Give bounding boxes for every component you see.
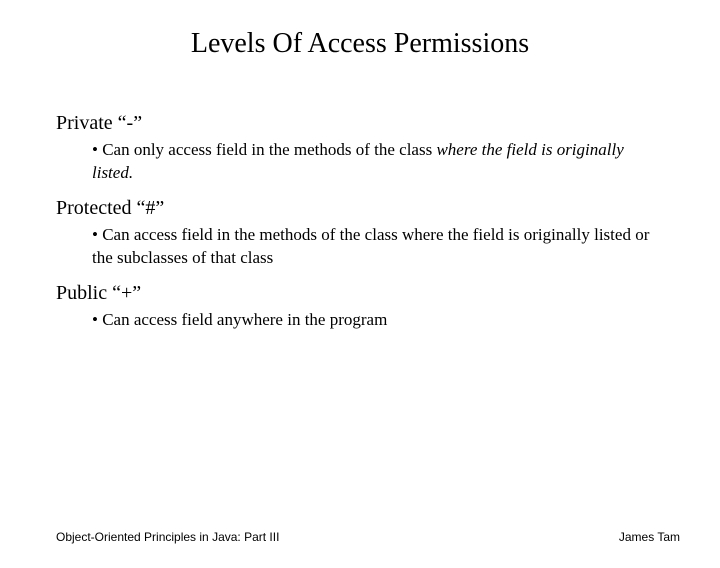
private-bullet-text: • Can only access field in the methods o…	[92, 140, 436, 159]
protected-label: Protected “#”	[56, 197, 664, 220]
slide-body: Private “-” • Can only access field in t…	[0, 60, 720, 332]
private-bullet: • Can only access field in the methods o…	[56, 139, 664, 185]
slide-title: Levels Of Access Permissions	[0, 28, 720, 60]
public-label: Public “+”	[56, 282, 664, 305]
public-bullet: • Can access field anywhere in the progr…	[56, 309, 664, 332]
footer: Object-Oriented Principles in Java: Part…	[56, 530, 680, 544]
private-label: Private “-”	[56, 112, 664, 135]
footer-right: James Tam	[619, 530, 680, 544]
footer-left: Object-Oriented Principles in Java: Part…	[56, 530, 279, 544]
protected-bullet: • Can access field in the methods of the…	[56, 224, 664, 270]
